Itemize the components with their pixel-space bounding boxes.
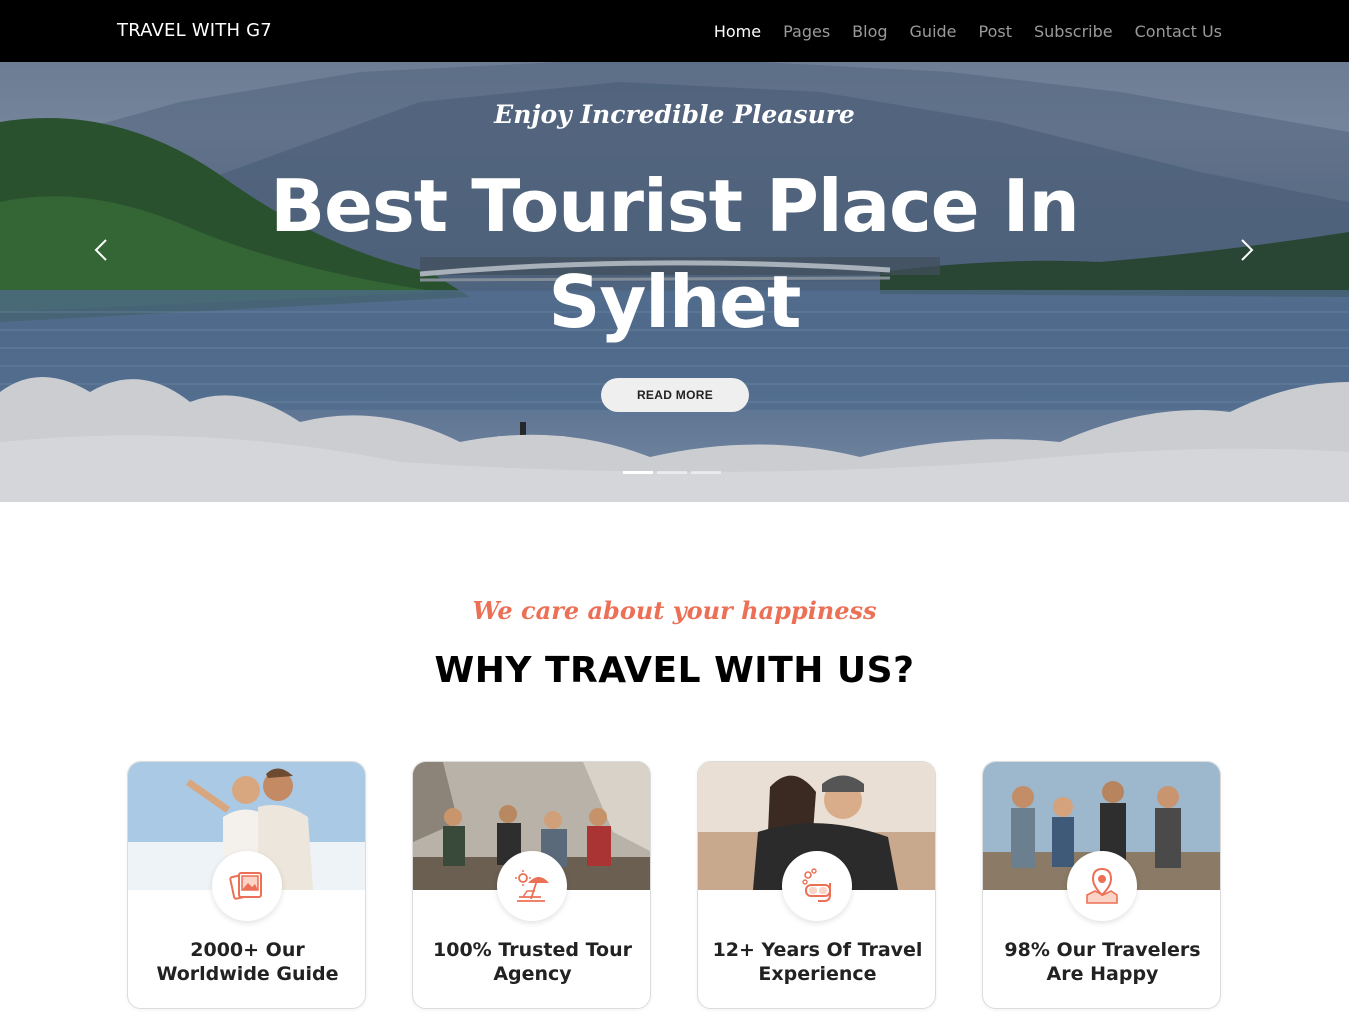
feature-label-line-2: Experience: [758, 963, 877, 985]
beach-umbrella-icon: [515, 870, 549, 902]
map-pin-icon: [1086, 867, 1118, 904]
read-more-button[interactable]: READ MORE: [601, 378, 749, 412]
carousel-indicator-1[interactable]: [623, 471, 653, 474]
top-navbar: TRAVEL WITH G7 Home Pages Blog Guide Pos…: [0, 0, 1349, 62]
feature-label-line-1: 98% Our Travelers: [1004, 939, 1201, 961]
feature-label: 98% Our Travelers Are Happy: [993, 938, 1212, 986]
hero-subtitle: Enjoy Incredible Pleasure: [494, 100, 855, 129]
nav-link-subscribe[interactable]: Subscribe: [1034, 22, 1113, 41]
carousel-indicator-3[interactable]: [691, 471, 721, 474]
feature-card-experience[interactable]: 12+ Years Of Travel Experience: [697, 761, 936, 1009]
carousel-indicator-2[interactable]: [657, 471, 687, 474]
feature-label: 2000+ Our Worldwide Guide: [138, 938, 357, 986]
nav-link-post[interactable]: Post: [979, 22, 1012, 41]
feature-card-guides[interactable]: 2000+ Our Worldwide Guide: [127, 761, 366, 1009]
section-title: WHY TRAVEL WITH US?: [434, 650, 915, 691]
feature-card-happy-travelers[interactable]: 98% Our Travelers Are Happy: [982, 761, 1221, 1009]
section-tagline: We care about your happiness: [472, 596, 877, 625]
diving-mask-icon: [802, 868, 831, 902]
nav-link-blog[interactable]: Blog: [852, 22, 887, 41]
nav-link-home[interactable]: Home: [714, 22, 761, 41]
brand-logo-link[interactable]: TRAVEL WITH G7: [117, 20, 272, 41]
feature-label: 100% Trusted Tour Agency: [423, 938, 642, 986]
hero-title-line-1: Best Tourist Place In: [270, 164, 1080, 248]
feature-label-line-1: 100% Trusted Tour: [433, 939, 632, 961]
feature-label-line-2: Agency: [493, 963, 572, 985]
carousel-indicators: [623, 471, 721, 474]
feature-label-line-1: 2000+ Our: [190, 939, 305, 961]
hero-carousel: Enjoy Incredible Pleasure Best Tourist P…: [0, 62, 1349, 502]
feature-label-line-2: Are Happy: [1046, 963, 1159, 985]
feature-label-line-1: 12+ Years Of Travel: [712, 939, 923, 961]
carousel-prev-chevron-icon[interactable]: [92, 238, 110, 262]
diving-mask-badge: [782, 851, 852, 921]
nav-link-contact-us[interactable]: Contact Us: [1135, 22, 1222, 41]
beach-umbrella-badge: [497, 851, 567, 921]
nav-link-guide[interactable]: Guide: [910, 22, 957, 41]
map-pin-badge: [1067, 851, 1137, 921]
feature-card-agency[interactable]: 100% Trusted Tour Agency: [412, 761, 651, 1009]
photo-gallery-badge: [212, 851, 282, 921]
hero-title-line-2: Sylhet: [548, 260, 802, 344]
feature-label-line-2: Worldwide Guide: [156, 963, 339, 985]
main-nav: Home Pages Blog Guide Post Subscribe Con…: [692, 22, 1222, 41]
nav-link-pages[interactable]: Pages: [783, 22, 830, 41]
carousel-next-chevron-icon[interactable]: [1238, 238, 1256, 262]
photo-gallery-icon: [229, 872, 262, 900]
feature-label: 12+ Years Of Travel Experience: [708, 938, 927, 986]
hero-title: Best Tourist Place In Sylhet: [200, 158, 1149, 350]
